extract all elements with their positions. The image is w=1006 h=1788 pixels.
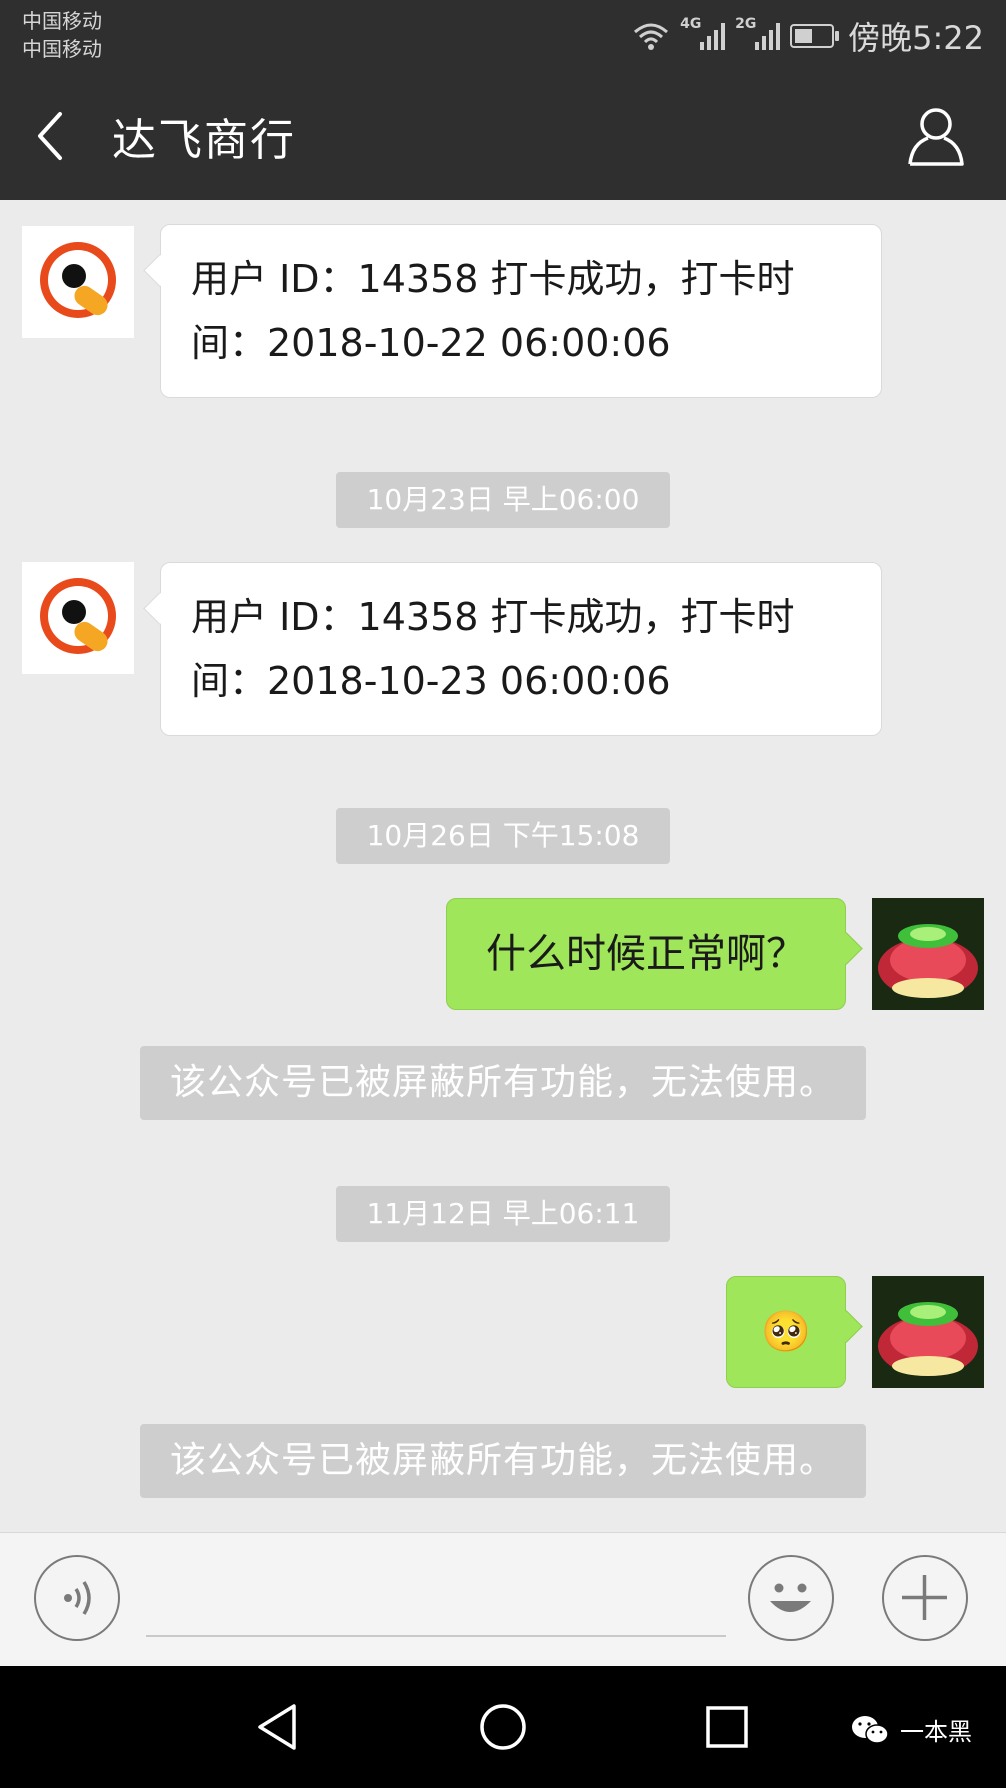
official-account-avatar[interactable] — [22, 226, 134, 338]
navigation-bar: 一本黑 — [0, 1666, 1006, 1788]
carrier-label-2: 中国移动 — [22, 37, 102, 61]
battery-icon — [790, 24, 840, 48]
clock: 傍晚5:22 — [848, 19, 984, 57]
person-icon — [908, 108, 964, 166]
status-icons: 4G 2G 傍晚5:22 — [632, 14, 984, 58]
message-bubble-incoming[interactable]: 用户 ID：14358 打卡成功，打卡时 间：2018-10-22 06:00:… — [160, 224, 882, 398]
nav-home-button[interactable] — [476, 1700, 530, 1754]
more-button[interactable] — [882, 1555, 968, 1641]
message-bubble-incoming[interactable]: 用户 ID：14358 打卡成功，打卡时 间：2018-10-23 06:00:… — [160, 562, 882, 736]
triangle-back-icon — [258, 1704, 296, 1750]
profile-button[interactable] — [900, 100, 972, 172]
nav-back-button[interactable] — [252, 1700, 306, 1754]
network-type-2: 2G — [735, 16, 757, 32]
wechat-icon — [852, 1715, 889, 1744]
system-notice: 该公众号已被屏蔽所有功能，无法使用。 — [140, 1046, 866, 1120]
emoji-button[interactable] — [748, 1555, 834, 1641]
network-type-1: 4G — [680, 16, 702, 32]
smiley-icon — [770, 1583, 811, 1612]
message-line-1: 用户 ID：14358 打卡成功，打卡时 — [191, 257, 795, 301]
message-bubble-outgoing-emoji[interactable]: 🥺 — [726, 1276, 846, 1388]
timestamp-chip: 10月23日 早上06:00 — [336, 472, 670, 528]
signal-icon-2: 2G — [735, 16, 781, 50]
chat-area[interactable]: 用户 ID：14358 打卡成功，打卡时 间：2018-10-22 06:00:… — [0, 200, 1006, 1532]
lotus-avatar-icon — [872, 1276, 984, 1388]
brand-logo-icon — [40, 242, 116, 318]
timestamp-chip: 11月12日 早上06:11 — [336, 1186, 670, 1242]
message-input[interactable] — [146, 1561, 726, 1637]
official-account-avatar[interactable] — [22, 562, 134, 674]
watermark: 一本黑 — [850, 1712, 972, 1747]
user-avatar[interactable] — [872, 1276, 984, 1388]
system-notice: 该公众号已被屏蔽所有功能，无法使用。 — [140, 1424, 866, 1498]
message-line-1: 用户 ID：14358 打卡成功，打卡时 — [191, 595, 795, 639]
lotus-avatar-icon — [872, 898, 984, 1010]
voice-icon — [64, 1581, 91, 1615]
back-button[interactable] — [26, 98, 96, 174]
plus-icon — [902, 1575, 947, 1620]
input-bar — [0, 1532, 1006, 1667]
user-avatar[interactable] — [872, 898, 984, 1010]
watermark-text: 一本黑 — [900, 1718, 972, 1746]
carrier-label-1: 中国移动 — [22, 9, 102, 33]
wifi-icon — [634, 23, 669, 50]
message-bubble-outgoing[interactable]: 什么时候正常啊？ — [446, 898, 846, 1010]
square-recents-icon — [706, 1706, 748, 1748]
title-bar: 达飞商行 — [0, 72, 1006, 200]
page-title: 达飞商行 — [112, 115, 296, 166]
message-line-2: 间：2018-10-22 06:00:06 — [191, 321, 671, 365]
message-line-2: 间：2018-10-23 06:00:06 — [191, 659, 671, 703]
signal-icon-1: 4G — [680, 16, 726, 50]
status-bar: 中国移动 中国移动 4G 2G 傍晚5:22 — [0, 0, 1006, 72]
nav-recents-button[interactable] — [700, 1700, 754, 1754]
brand-logo-icon — [40, 578, 116, 654]
circle-home-icon — [480, 1704, 526, 1750]
timestamp-chip: 10月26日 下午15:08 — [336, 808, 670, 864]
voice-button[interactable] — [34, 1555, 120, 1641]
chevron-left-icon — [38, 112, 62, 160]
